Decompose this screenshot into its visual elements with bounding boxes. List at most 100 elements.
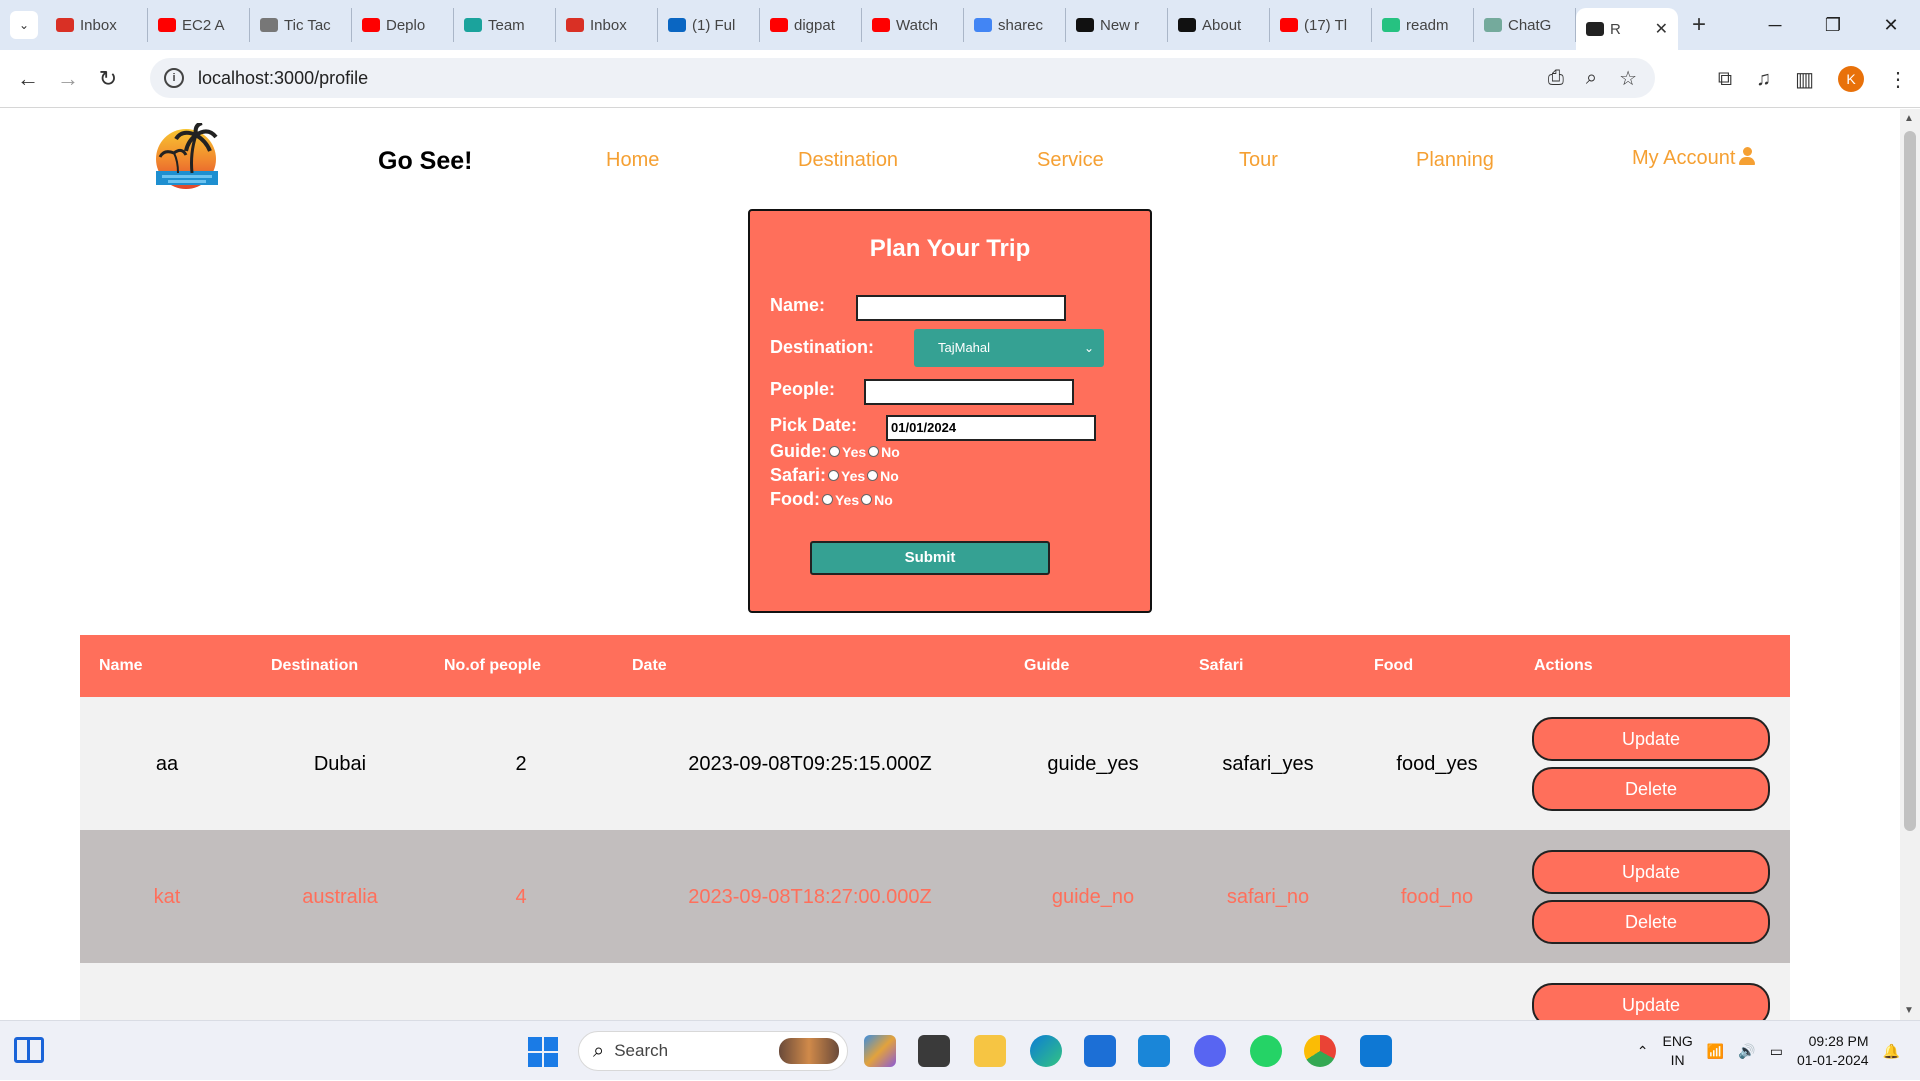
file-explorer-icon[interactable] (974, 1035, 1006, 1067)
discord-icon[interactable] (1194, 1035, 1226, 1067)
scroll-up-icon[interactable]: ▲ (1904, 113, 1914, 124)
browser-tab[interactable]: Team (454, 8, 556, 42)
date-input[interactable]: 01/01/2024 (886, 415, 1096, 441)
minimize-icon[interactable]: ─ (1746, 15, 1804, 36)
language-indicator[interactable]: ENG IN (1662, 1032, 1692, 1070)
extensions-icon[interactable]: ⧉ (1718, 68, 1732, 91)
browser-tab[interactable]: Watch (862, 8, 964, 42)
clock[interactable]: 09:28 PM 01-01-2024 (1797, 1032, 1869, 1070)
nav-destination[interactable]: Destination (798, 149, 898, 172)
scroll-down-icon[interactable]: ▼ (1904, 1005, 1914, 1016)
reload-icon[interactable]: ↻ (88, 66, 128, 92)
guide-no-radio[interactable] (868, 446, 880, 457)
update-button[interactable]: Update (1532, 983, 1770, 1020)
brand-title[interactable]: Go See! (378, 147, 472, 176)
name-input[interactable] (856, 295, 1066, 321)
people-input[interactable] (864, 379, 1074, 405)
menu-icon[interactable]: ⋮ (1888, 67, 1908, 92)
browser-tab-label: sharec (998, 16, 1044, 34)
wifi-icon[interactable]: 📶 (1707, 1043, 1724, 1060)
safari-no-label[interactable]: No (880, 468, 899, 484)
browser-tab[interactable]: Inbox (46, 8, 148, 42)
nav-my-account[interactable]: My Account (1632, 147, 1756, 170)
vscode-icon[interactable] (1360, 1035, 1392, 1067)
taskbar-search[interactable]: ⌕ Search (578, 1031, 848, 1071)
nav-planning[interactable]: Planning (1416, 149, 1494, 172)
app-icon[interactable] (1138, 1035, 1170, 1067)
safari-label: Safari: (770, 465, 827, 485)
nav-service[interactable]: Service (1037, 149, 1104, 172)
restore-icon[interactable]: ❐ (1804, 15, 1862, 36)
browser-tab[interactable]: About (1168, 8, 1270, 42)
food-no-label[interactable]: No (874, 492, 893, 508)
food-yes-radio[interactable] (821, 494, 833, 505)
whatsapp-icon[interactable] (1250, 1035, 1282, 1067)
delete-button[interactable]: Delete (1532, 900, 1770, 944)
browser-tab[interactable]: sharec (964, 8, 1066, 42)
safari-row: Safari: Yes No (770, 465, 899, 486)
site-info-icon[interactable]: i (164, 68, 184, 88)
nav-home[interactable]: Home (606, 149, 659, 172)
browser-tab[interactable]: R ✕ (1576, 8, 1678, 50)
media-control-icon[interactable]: ♫ (1756, 68, 1771, 91)
copilot-icon[interactable] (864, 1035, 896, 1067)
update-button[interactable]: Update (1532, 850, 1770, 894)
browser-tab[interactable]: Deplo (352, 8, 454, 42)
safari-yes-radio[interactable] (828, 470, 840, 481)
scrollbar-thumb[interactable] (1904, 131, 1916, 831)
notification-bell-icon[interactable]: 🔔 (1883, 1043, 1900, 1060)
start-icon[interactable] (528, 1037, 558, 1067)
browser-tab[interactable]: Inbox (556, 8, 658, 42)
delete-button[interactable]: Delete (1532, 767, 1770, 811)
widgets-icon[interactable] (14, 1037, 44, 1063)
browser-tab[interactable]: (1) Ful (658, 8, 760, 42)
browser-tab[interactable]: EC2 A (148, 8, 250, 42)
url-text[interactable]: localhost:3000/profile (198, 68, 368, 89)
chrome-icon[interactable] (1304, 1035, 1336, 1067)
food-no-radio[interactable] (861, 494, 873, 505)
safari-yes-label[interactable]: Yes (841, 468, 865, 484)
guide-yes-label[interactable]: Yes (842, 444, 866, 460)
guide-yes-radio[interactable] (829, 446, 840, 457)
page-scrollbar[interactable]: ▲ ▼ (1900, 109, 1920, 1020)
browser-tab-label: Watch (896, 16, 938, 34)
back-icon[interactable]: ← (8, 66, 48, 92)
task-view-icon[interactable] (918, 1035, 950, 1067)
chevron-up-icon[interactable]: ⌃ (1637, 1043, 1649, 1060)
omnibox[interactable]: i localhost:3000/profile ⎙ ⌕ ☆ (150, 58, 1655, 98)
food-yes-label[interactable]: Yes (835, 492, 859, 508)
volume-icon[interactable]: 🔊 (1738, 1043, 1755, 1060)
submit-button[interactable]: Submit (810, 541, 1050, 575)
nav-tour[interactable]: Tour (1239, 149, 1278, 172)
store-icon[interactable] (1084, 1035, 1116, 1067)
update-button[interactable]: Update (1532, 717, 1770, 761)
guide-no-label[interactable]: No (881, 444, 900, 460)
browser-tab[interactable]: ChatG (1474, 8, 1576, 42)
browser-tab[interactable]: digpat (760, 8, 862, 42)
battery-icon[interactable]: ▭ (1770, 1043, 1783, 1060)
zoom-icon[interactable]: ⌕ (1586, 67, 1597, 90)
tab-search-button[interactable]: ⌄ (10, 11, 38, 39)
browser-tab[interactable]: (17) Tl (1270, 8, 1372, 42)
browser-tab-label: readm (1406, 16, 1449, 34)
bookmark-star-icon[interactable]: ☆ (1619, 66, 1637, 91)
edge-icon[interactable] (1030, 1035, 1062, 1067)
install-app-icon[interactable]: ⎙ (1548, 67, 1564, 90)
destination-select[interactable]: TajMahal ⌄ (914, 329, 1104, 367)
forward-icon[interactable]: → (48, 66, 88, 92)
food-row: Food: Yes No (770, 489, 893, 510)
browser-tab[interactable]: New r (1066, 8, 1168, 42)
logo-icon[interactable] (152, 123, 224, 195)
browser-tab[interactable]: readm (1372, 8, 1474, 42)
browser-tab[interactable]: Tic Tac (250, 8, 352, 42)
side-panel-icon[interactable]: ▥ (1795, 67, 1814, 92)
profile-avatar[interactable]: K (1838, 66, 1864, 92)
nav-my-account-label[interactable]: My Account (1632, 147, 1735, 169)
youtube-icon (770, 18, 788, 32)
close-window-icon[interactable]: ✕ (1862, 15, 1920, 36)
new-tab-button[interactable]: + (1692, 11, 1706, 39)
table-row: kat australia 4 2023-09-08T18:27:00.000Z… (80, 830, 1790, 963)
browser-tab-label: (1) Ful (692, 16, 736, 34)
safari-no-radio[interactable] (867, 470, 879, 481)
close-tab-icon[interactable]: ✕ (1655, 19, 1668, 39)
